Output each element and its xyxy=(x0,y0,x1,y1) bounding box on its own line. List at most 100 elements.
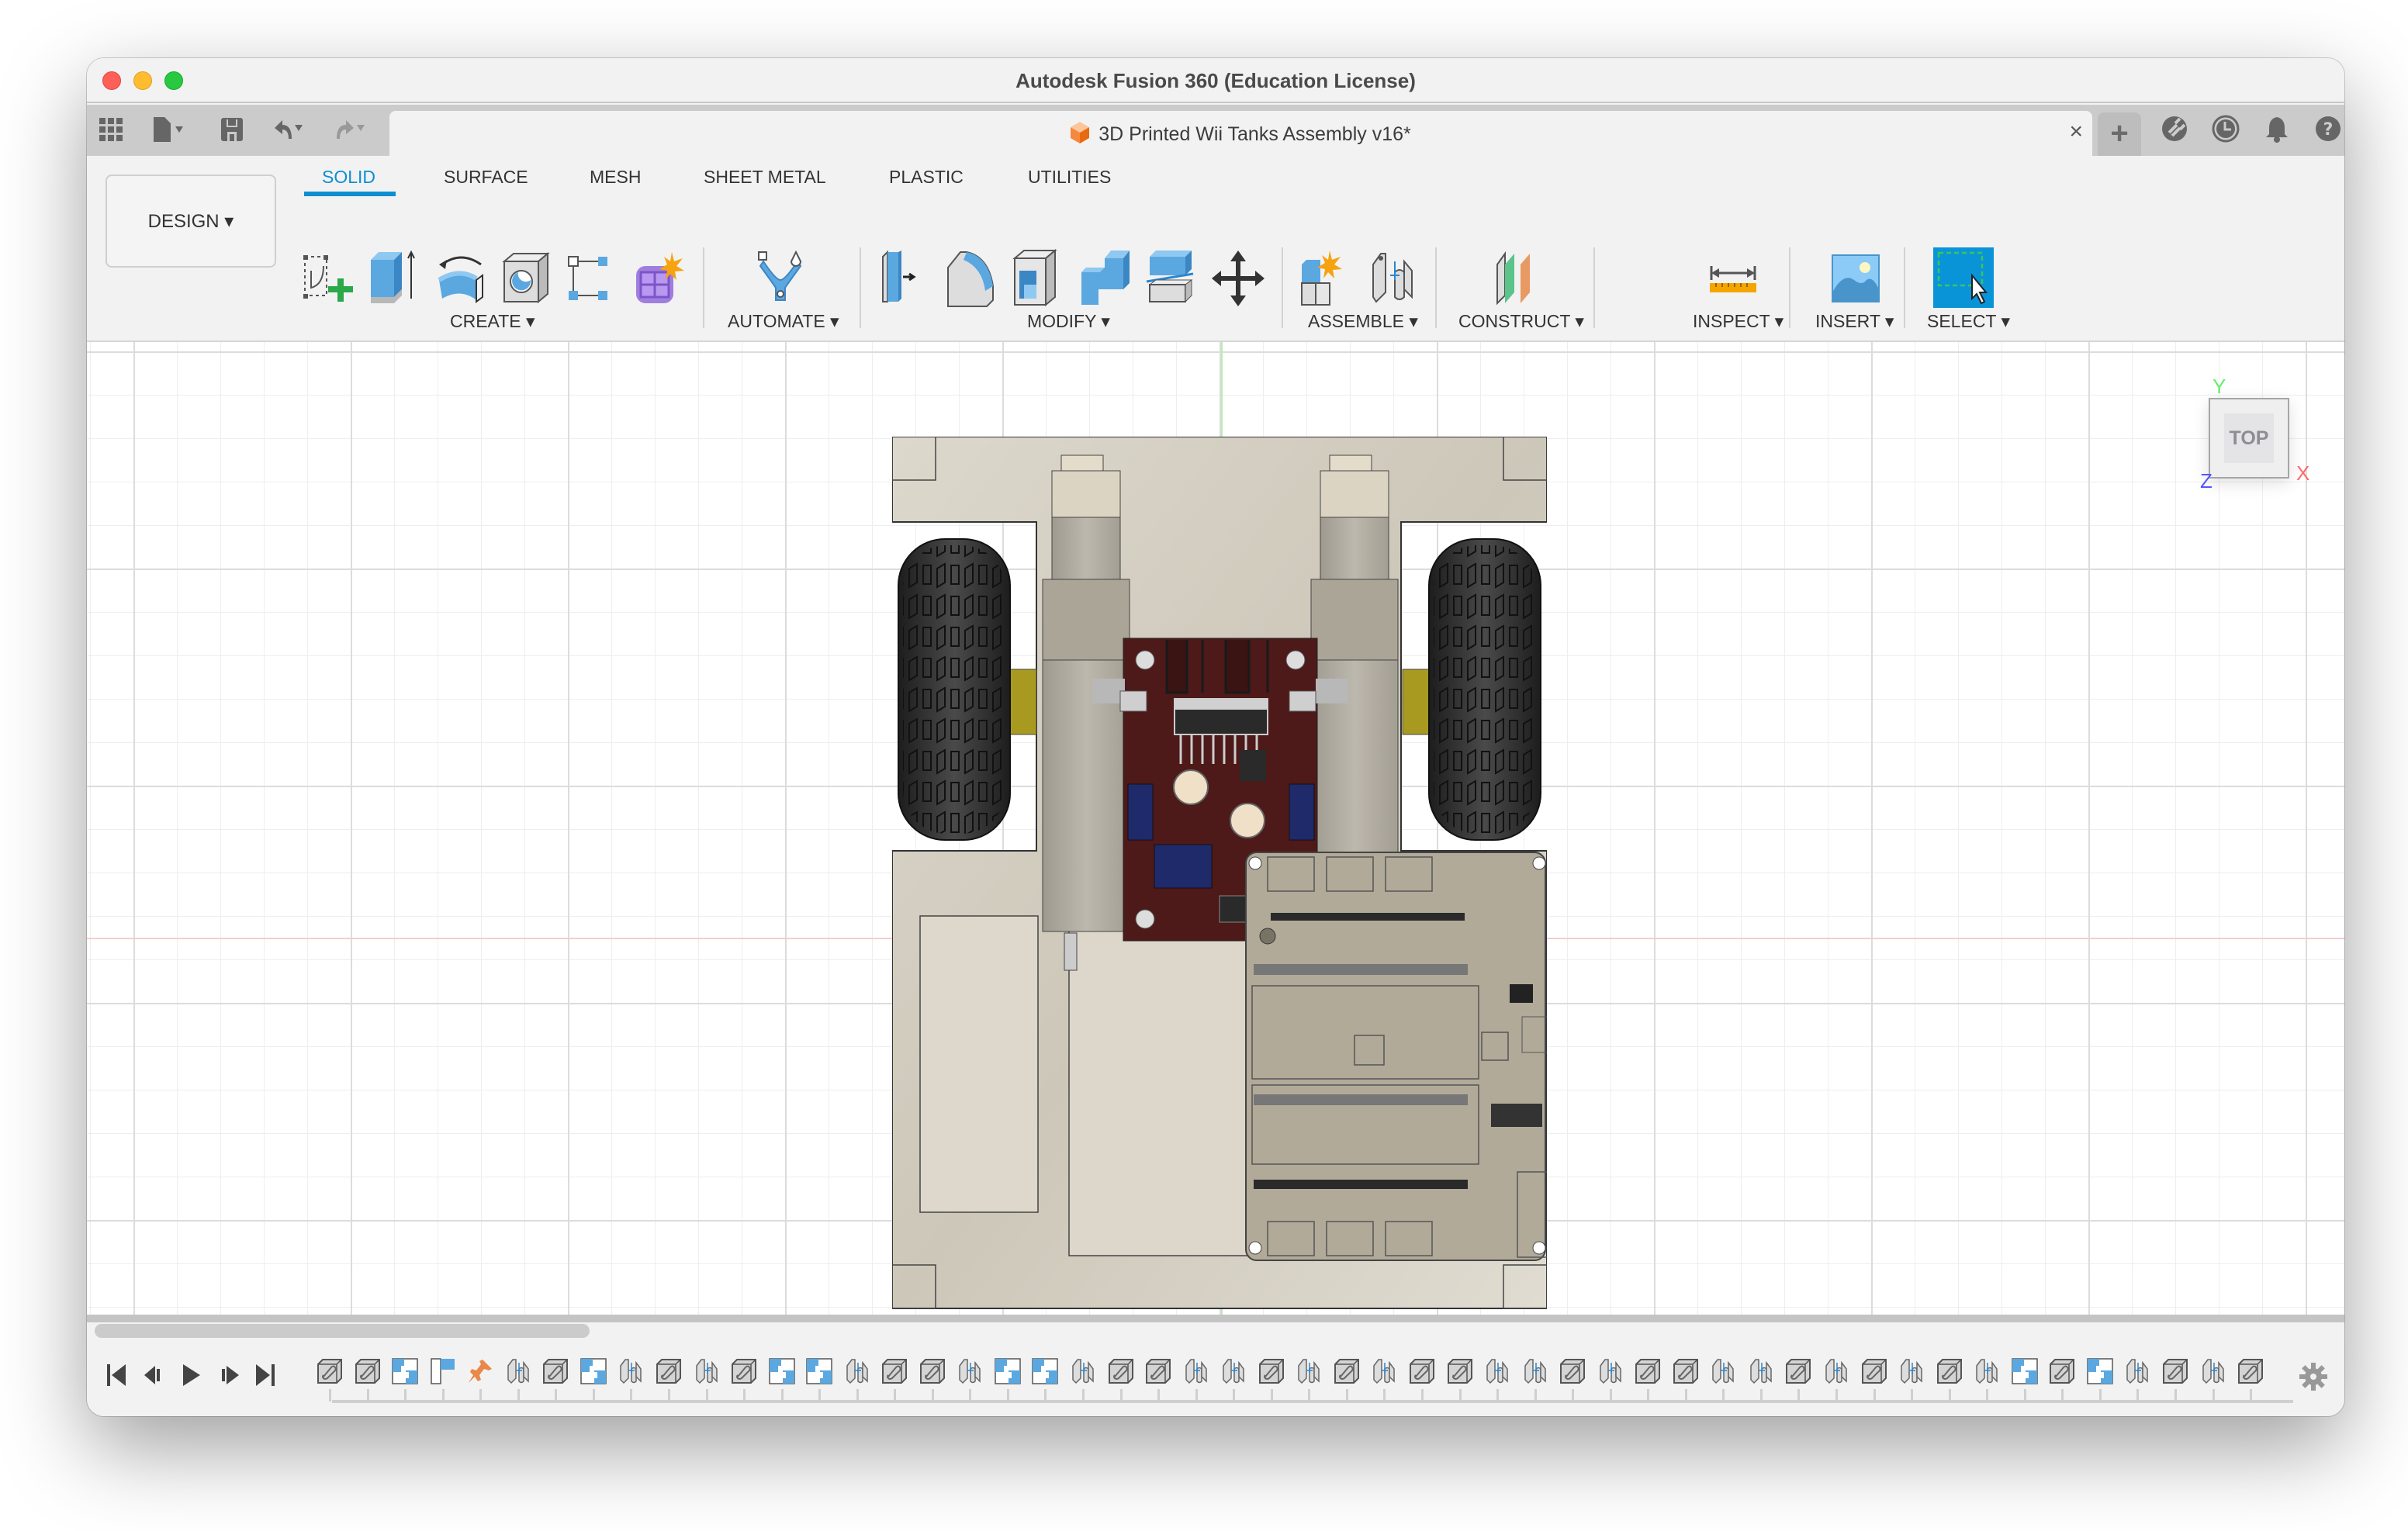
assemble-menu[interactable]: ASSEMBLE ▾ xyxy=(1308,311,1418,332)
timeline-feature-ground-pin[interactable] xyxy=(467,1358,493,1384)
timeline-feature-joint[interactable] xyxy=(1974,1358,2000,1384)
timeline-feature-joint[interactable] xyxy=(618,1358,644,1384)
redo-button[interactable] xyxy=(334,116,368,143)
timeline-feature-joint[interactable] xyxy=(1296,1358,1322,1384)
split-body-icon[interactable] xyxy=(1143,249,1199,308)
help-icon[interactable]: ? xyxy=(2313,114,2343,143)
tank-assembly-model[interactable] xyxy=(892,437,1547,1310)
apps-grid-icon[interactable] xyxy=(99,116,123,143)
timeline-feature-link[interactable] xyxy=(881,1358,908,1384)
step-forward-button[interactable] xyxy=(217,1363,242,1388)
timeline-feature-link[interactable] xyxy=(2237,1358,2264,1384)
timeline-feature-joint[interactable] xyxy=(2124,1358,2150,1384)
timeline-feature-link[interactable] xyxy=(355,1358,381,1384)
tab-surface[interactable]: SURFACE xyxy=(444,167,528,188)
timeline-feature-link[interactable] xyxy=(1145,1358,1171,1384)
tab-utilities[interactable]: UTILITIES xyxy=(1028,167,1111,188)
timeline-feature-joint[interactable] xyxy=(1070,1358,1096,1384)
timeline-feature-joint[interactable] xyxy=(1183,1358,1209,1384)
timeline-feature-joint[interactable] xyxy=(1823,1358,1849,1384)
viewcube-top-face[interactable]: TOP xyxy=(2224,413,2274,463)
timeline-feature-joint[interactable] xyxy=(2200,1358,2226,1384)
document-tab[interactable]: 3D Printed Wii Tanks Assembly v16* × xyxy=(389,111,2092,156)
timeline-feature-rigid-group[interactable] xyxy=(2087,1358,2113,1384)
file-menu-button[interactable] xyxy=(152,116,186,143)
revolve-icon[interactable] xyxy=(433,249,489,308)
press-pull-icon[interactable] xyxy=(877,249,932,308)
timeline-feature-joint[interactable] xyxy=(1898,1358,1925,1384)
measure-icon[interactable] xyxy=(1705,249,1761,308)
create-sketch-icon[interactable] xyxy=(300,249,356,308)
timeline-feature-joint[interactable] xyxy=(1597,1358,1624,1384)
timeline-feature-joint[interactable] xyxy=(1220,1358,1247,1384)
play-button[interactable] xyxy=(178,1363,203,1388)
timeline-feature-joint[interactable] xyxy=(505,1358,531,1384)
tab-mesh[interactable]: MESH xyxy=(590,167,641,188)
timeline-feature-joint[interactable] xyxy=(957,1358,983,1384)
viewcube[interactable]: TOP xyxy=(2209,398,2289,479)
combine-icon[interactable] xyxy=(1077,249,1133,308)
canvas-viewport[interactable]: TOP Y X Z xyxy=(87,342,2344,1315)
timeline-feature-rigid-group[interactable] xyxy=(768,1358,795,1384)
undo-button[interactable] xyxy=(272,116,306,143)
create-form-icon[interactable] xyxy=(630,249,686,308)
rectangular-pattern-icon[interactable] xyxy=(562,249,618,308)
move-copy-icon[interactable] xyxy=(1210,249,1266,308)
timeline-feature-joint[interactable] xyxy=(694,1358,720,1384)
extrude-icon[interactable] xyxy=(365,249,420,308)
extensions-icon[interactable] xyxy=(2160,114,2189,143)
timeline-feature-link[interactable] xyxy=(1635,1358,1661,1384)
timeline-feature-link[interactable] xyxy=(317,1358,343,1384)
timeline-feature-joint[interactable] xyxy=(1748,1358,1774,1384)
joint-icon[interactable] xyxy=(1365,249,1421,308)
tab-plastic[interactable]: PLASTIC xyxy=(889,167,964,188)
timeline-feature-link[interactable] xyxy=(1785,1358,1811,1384)
timeline-feature-joint[interactable] xyxy=(1522,1358,1548,1384)
insert-image-icon[interactable] xyxy=(1828,249,1884,308)
timeline-feature-joint[interactable] xyxy=(1710,1358,1736,1384)
timeline-feature-sketch[interactable] xyxy=(430,1358,456,1384)
timeline-feature-joint[interactable] xyxy=(1484,1358,1510,1384)
go-to-start-button[interactable] xyxy=(104,1363,129,1388)
timeline-feature-link[interactable] xyxy=(542,1358,569,1384)
fillet-icon[interactable] xyxy=(943,249,999,308)
select-menu[interactable]: SELECT ▾ xyxy=(1927,311,2010,332)
automated-modeling-icon[interactable] xyxy=(752,249,808,308)
insert-menu[interactable]: INSERT ▾ xyxy=(1815,311,1894,332)
gear-icon[interactable] xyxy=(2298,1361,2329,1392)
workspace-switcher-button[interactable]: DESIGN ▾ xyxy=(106,175,276,268)
timeline-feature-joint[interactable] xyxy=(844,1358,870,1384)
timeline-feature-rigid-group[interactable] xyxy=(806,1358,832,1384)
timeline-feature-link[interactable] xyxy=(1673,1358,1699,1384)
timeline-feature-rigid-group[interactable] xyxy=(995,1358,1021,1384)
timeline-scrollbar-thumb[interactable] xyxy=(95,1324,590,1338)
offset-plane-icon[interactable] xyxy=(1488,249,1544,308)
timeline-feature-link[interactable] xyxy=(1559,1358,1586,1384)
new-tab-button[interactable]: + xyxy=(2098,112,2141,156)
timeline-feature-link[interactable] xyxy=(731,1358,757,1384)
timeline-feature-link[interactable] xyxy=(656,1358,682,1384)
new-component-icon[interactable] xyxy=(1297,249,1353,308)
timeline-feature-link[interactable] xyxy=(1108,1358,1134,1384)
timeline-feature-rigid-group[interactable] xyxy=(392,1358,418,1384)
automate-menu[interactable]: AUTOMATE ▾ xyxy=(728,311,839,332)
timeline-feature-link[interactable] xyxy=(1936,1358,1963,1384)
create-menu[interactable]: CREATE ▾ xyxy=(450,311,535,332)
close-tab-button[interactable]: × xyxy=(2069,120,2083,143)
timeline-feature-link[interactable] xyxy=(1861,1358,1887,1384)
timeline-feature-link[interactable] xyxy=(1409,1358,1435,1384)
timeline-scroll-track[interactable] xyxy=(87,1315,2344,1322)
job-status-clock-icon[interactable] xyxy=(2211,114,2240,143)
inspect-menu[interactable]: INSPECT ▾ xyxy=(1693,311,1784,332)
select-window-icon[interactable] xyxy=(1933,247,1994,308)
notifications-bell-icon[interactable] xyxy=(2262,114,2292,143)
timeline-feature-link[interactable] xyxy=(1258,1358,1285,1384)
go-to-end-button[interactable] xyxy=(253,1363,278,1388)
timeline-feature-link[interactable] xyxy=(2162,1358,2188,1384)
tab-solid[interactable]: SOLID xyxy=(322,167,375,188)
shell-icon[interactable] xyxy=(1010,248,1066,308)
hole-icon[interactable] xyxy=(498,249,554,308)
step-back-button[interactable] xyxy=(141,1363,166,1388)
timeline-feature-link[interactable] xyxy=(2049,1358,2075,1384)
timeline-feature-rigid-group[interactable] xyxy=(2012,1358,2038,1384)
